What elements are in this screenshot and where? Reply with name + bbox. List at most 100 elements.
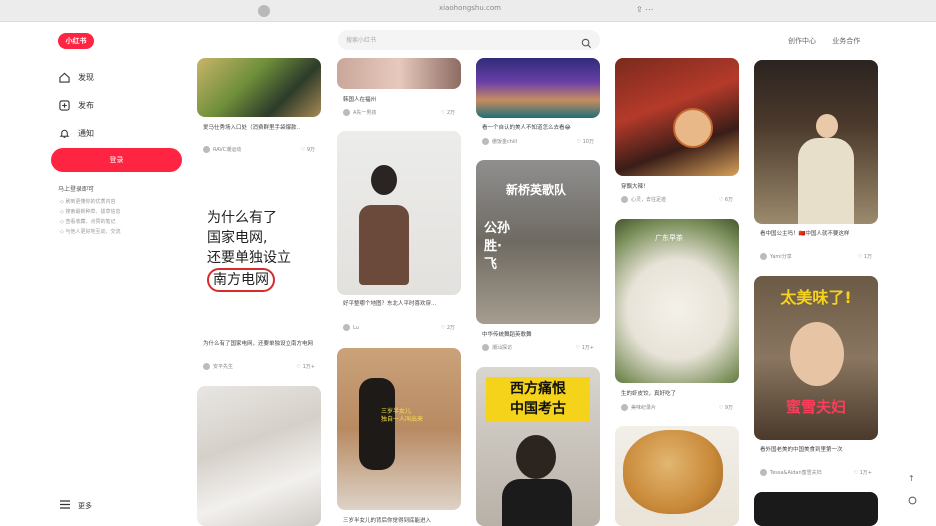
sidebar-item-label: 发布 xyxy=(78,100,94,110)
search-placeholder: 搜索小红书 xyxy=(346,37,377,44)
note-title[interactable]: 三岁半女儿的背后你觉得到底能进入 xyxy=(343,517,455,525)
heart-icon[interactable]: ♡ 10万 xyxy=(577,138,594,145)
login-tips-title: 马上登录即可 xyxy=(58,186,95,193)
note-meta: Tessa&Aidan蜜雪夫妇 ♡ 1万+ xyxy=(760,469,872,476)
avatar[interactable] xyxy=(482,344,489,351)
avatar[interactable] xyxy=(621,404,628,411)
avatar[interactable] xyxy=(203,146,210,153)
note-thumbnail[interactable] xyxy=(197,58,321,117)
note-thumbnail[interactable] xyxy=(615,426,739,526)
top-links: 创作中心 业务合作 xyxy=(788,36,874,46)
heart-icon[interactable]: ♡ 1万+ xyxy=(297,363,315,370)
avatar[interactable] xyxy=(482,138,489,145)
note-thumbnail[interactable]: 西方痛恨 中国考古 xyxy=(476,367,600,526)
browser-toolbar: xiaohongshu.com ⇪ ⋯ xyxy=(0,0,936,22)
note-title[interactable]: 看中国公主吗！🇨🇳中国人就不要这样 xyxy=(760,230,872,238)
login-tip: 查看收藏、点赞的笔记 xyxy=(60,217,120,227)
avatar[interactable] xyxy=(343,109,350,116)
note-author[interactable]: Yami分享 xyxy=(770,253,792,260)
heart-icon[interactable]: ♡ 6万 xyxy=(719,196,733,203)
note-title[interactable]: 看外国老美的中国美食到里第一次 xyxy=(760,446,872,454)
bell-icon xyxy=(58,127,70,139)
more-menu-button[interactable]: 更多 xyxy=(60,500,92,511)
heart-icon[interactable]: ♡ 2万 xyxy=(441,324,455,331)
thumbnail-text: 蜜雪夫妇 xyxy=(785,398,846,416)
note-thumbnail[interactable]: 太美味了! 蜜雪夫妇 xyxy=(754,276,878,440)
avatar[interactable] xyxy=(343,324,350,331)
note-author[interactable]: 心灵，去往足迹 xyxy=(631,196,666,203)
search-icon[interactable] xyxy=(581,34,592,53)
note-title[interactable]: 好平整哪个地图？东北人平时喜欢穿... xyxy=(343,300,455,308)
note-title[interactable]: 为什么有了国家电网，还要单独设立南方电网 xyxy=(203,340,315,348)
more-label: 更多 xyxy=(78,501,92,510)
share-icon[interactable]: ⇪ ⋯ xyxy=(636,5,653,14)
login-tip: 刷到更懂你的优质内容 xyxy=(60,197,120,207)
note-author[interactable]: Tessa&Aidan蜜雪夫妇 xyxy=(770,469,822,476)
avatar[interactable] xyxy=(760,253,767,260)
business-link[interactable]: 业务合作 xyxy=(832,37,860,45)
home-icon xyxy=(58,71,70,83)
note-author[interactable]: 傲饭金chill xyxy=(492,138,517,145)
sidebar-item-discover[interactable]: 发现 xyxy=(58,68,94,86)
note-meta: RAVC潮运动 ♡ 9万 xyxy=(203,146,315,153)
note-thumbnail[interactable]: 广东早茶 xyxy=(615,219,739,383)
note-title[interactable]: 韩国人在福州 xyxy=(343,96,455,104)
sidebar-item-label: 通知 xyxy=(78,128,94,138)
note-author[interactable]: A先一男孩 xyxy=(353,109,376,116)
back-to-top-icon[interactable]: ↑ xyxy=(908,474,915,483)
note-title[interactable]: 中华传统舞蹈英歌舞 xyxy=(482,331,594,339)
like-count: 1万 xyxy=(863,254,872,260)
note-thumbnail[interactable] xyxy=(754,492,878,526)
note-author[interactable]: RAVC潮运动 xyxy=(213,146,241,153)
note-title[interactable]: 爱马仕秀场入口处（消费群里手袋爆款.. xyxy=(203,124,315,132)
refresh-icon[interactable] xyxy=(908,496,917,507)
like-count: 1万+ xyxy=(581,345,594,351)
note-thumbnail[interactable] xyxy=(476,58,600,118)
note-thumbnail[interactable] xyxy=(337,58,461,89)
thumbnail-text: 广东早茶 xyxy=(655,234,683,242)
like-count: 2万 xyxy=(446,325,455,331)
avatar[interactable] xyxy=(760,469,767,476)
thumbnail-text: 西方痛恨 xyxy=(510,381,566,397)
note-title[interactable]: 看一个自认的美人不知道怎么去看😂 xyxy=(482,124,594,132)
note-thumbnail[interactable]: 三岁半女儿 独自一人叫出来 xyxy=(337,348,461,510)
note-meta: Yami分享 ♡ 1万 xyxy=(760,253,872,260)
search-input[interactable]: 搜索小红书 xyxy=(338,30,600,50)
avatar[interactable] xyxy=(621,196,628,203)
heart-icon[interactable]: ♡ 1万+ xyxy=(576,344,594,351)
thumbnail-text: 中国考古 xyxy=(510,401,566,417)
note-title[interactable]: 生的虾皮饺，真好吃了 xyxy=(621,390,733,398)
heart-icon[interactable]: ♡ 1万 xyxy=(858,253,872,260)
like-count: 2万 xyxy=(446,110,455,116)
avatar[interactable] xyxy=(203,363,210,370)
note-thumbnail[interactable]: 为什么有了 国家电网, 还要单独设立 南方电网 xyxy=(197,190,321,330)
note-thumbnail[interactable] xyxy=(615,58,739,176)
menu-icon xyxy=(60,500,70,511)
address-bar[interactable]: xiaohongshu.com xyxy=(400,4,540,12)
note-thumbnail[interactable] xyxy=(197,386,321,526)
heart-icon[interactable]: ♡ 9万 xyxy=(301,146,315,153)
login-tip: 与他人更好地互动、交流 xyxy=(60,227,120,237)
heart-icon[interactable]: ♡ 1万+ xyxy=(854,469,872,476)
login-button[interactable]: 登录 xyxy=(51,148,182,172)
creator-center-link[interactable]: 创作中心 xyxy=(788,37,816,45)
note-title[interactable]: 穿飘大辣！ xyxy=(621,183,733,191)
note-author[interactable]: Lu xyxy=(353,325,359,331)
like-count: 6万 xyxy=(724,197,733,203)
sidebar-item-publish[interactable]: 发布 xyxy=(58,96,94,114)
thumbnail-text: 独自一人叫出来 xyxy=(381,416,424,423)
thumbnail-text: 还要单独设立 xyxy=(207,250,291,266)
note-author[interactable]: 美味纪录片 xyxy=(631,404,656,411)
note-thumbnail[interactable] xyxy=(337,131,461,295)
like-count: 9万 xyxy=(306,147,315,153)
like-count: 10万 xyxy=(582,139,594,145)
app-logo[interactable]: 小红书 xyxy=(58,33,94,49)
note-thumbnail[interactable]: 新桥英歌队 公孙胜·飞 xyxy=(476,160,600,324)
note-author[interactable]: 潮汕探访 xyxy=(492,344,512,351)
heart-icon[interactable]: ♡ 2万 xyxy=(441,109,455,116)
sidebar-item-notifications[interactable]: 通知 xyxy=(58,124,94,142)
note-thumbnail[interactable] xyxy=(754,60,878,224)
heart-icon[interactable]: ♡ 9万 xyxy=(719,404,733,411)
note-author[interactable]: 安平先生 xyxy=(213,363,233,370)
shield-icon xyxy=(258,5,270,17)
